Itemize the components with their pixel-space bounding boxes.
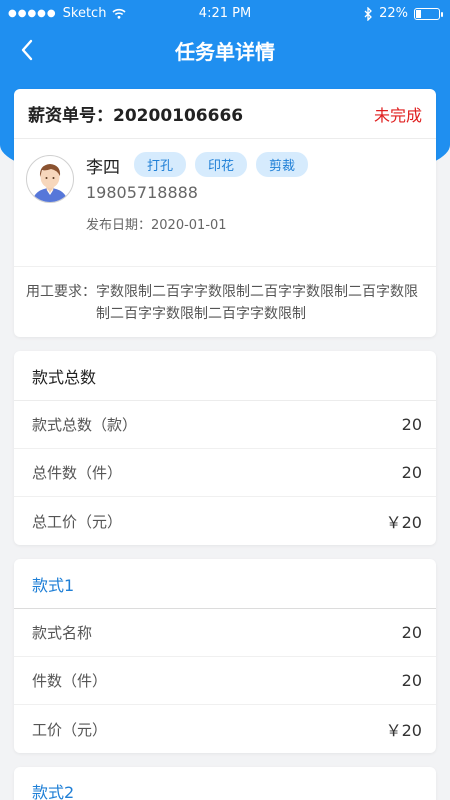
requirement: 用工要求： 字数限制二百字字数限制二百字字数限制二百字数限制二百字字数限制二百字… — [14, 267, 436, 325]
skill-tags: 打孔 印花 剪裁 — [134, 152, 309, 177]
tag-cut: 剪裁 — [256, 152, 309, 177]
order-number: 薪资单号：20200106666 — [28, 106, 244, 126]
style-row: 款式名称 20 — [14, 609, 436, 657]
row-label: 件数（件） — [32, 672, 108, 690]
summary-title: 款式总数 — [14, 351, 436, 401]
tag-print: 印花 — [195, 152, 248, 177]
summary-card: 款式总数 款式总数（款） 20 总件数（件） 20 总工价（元） ￥20 — [14, 351, 436, 545]
status-bar: ●●●●● Sketch 4:21 PM 22% — [0, 0, 450, 28]
row-value: 20 — [401, 623, 422, 642]
tag-punch: 打孔 — [134, 152, 187, 177]
worker-info: 李四 打孔 印花 剪裁 19805718888 发布日期：2020-01-01 — [14, 139, 436, 267]
row-value: ￥20 — [385, 721, 422, 740]
row-label: 款式名称 — [32, 624, 93, 642]
battery-fill — [416, 9, 422, 18]
row-value: 20 — [401, 671, 422, 690]
row-label: 款式总数（款） — [32, 416, 138, 434]
page-title: 任务单详情 — [175, 40, 275, 64]
style-card-1[interactable]: 款式1 款式名称 20 件数（件） 20 工价（元） ￥20 — [14, 559, 436, 753]
row-value: 20 — [401, 463, 422, 482]
bluetooth-icon — [364, 6, 373, 21]
order-header: 薪资单号：20200106666 未完成 — [14, 89, 436, 139]
publish-date: 发布日期：2020-01-01 — [86, 218, 227, 233]
status-badge: 未完成 — [373, 105, 422, 125]
style-row: 工价（元） ￥20 — [14, 705, 436, 753]
style-card-2[interactable]: 款式2 — [14, 767, 436, 800]
row-label: 工价（元） — [32, 720, 108, 739]
row-value: 20 — [401, 415, 422, 434]
worker-name: 李四 — [86, 158, 120, 178]
row-value: ￥20 — [385, 513, 422, 532]
battery-icon — [414, 7, 443, 20]
style-title: 款式1 — [14, 559, 436, 609]
requirement-label: 用工要求： — [26, 284, 96, 300]
row-label: 总件数（件） — [32, 464, 123, 482]
summary-row: 总工价（元） ￥20 — [14, 497, 436, 545]
summary-row: 款式总数（款） 20 — [14, 401, 436, 449]
summary-row: 总件数（件） 20 — [14, 449, 436, 497]
worker-phone: 19805718888 — [86, 183, 198, 202]
style-row: 件数（件） 20 — [14, 657, 436, 705]
nav-bar: 任务单详情 — [0, 28, 450, 72]
order-card: 薪资单号：20200106666 未完成 李四 打孔 印花 剪裁 1980571… — [14, 89, 436, 337]
battery-percent: 22% — [379, 6, 408, 21]
style-title: 款式2 — [32, 783, 75, 800]
row-label: 总工价（元） — [32, 512, 123, 531]
avatar — [26, 155, 74, 203]
requirement-text: 字数限制二百字字数限制二百字字数限制二百字数限制二百字字数限制二百字字数限制 — [96, 284, 418, 322]
